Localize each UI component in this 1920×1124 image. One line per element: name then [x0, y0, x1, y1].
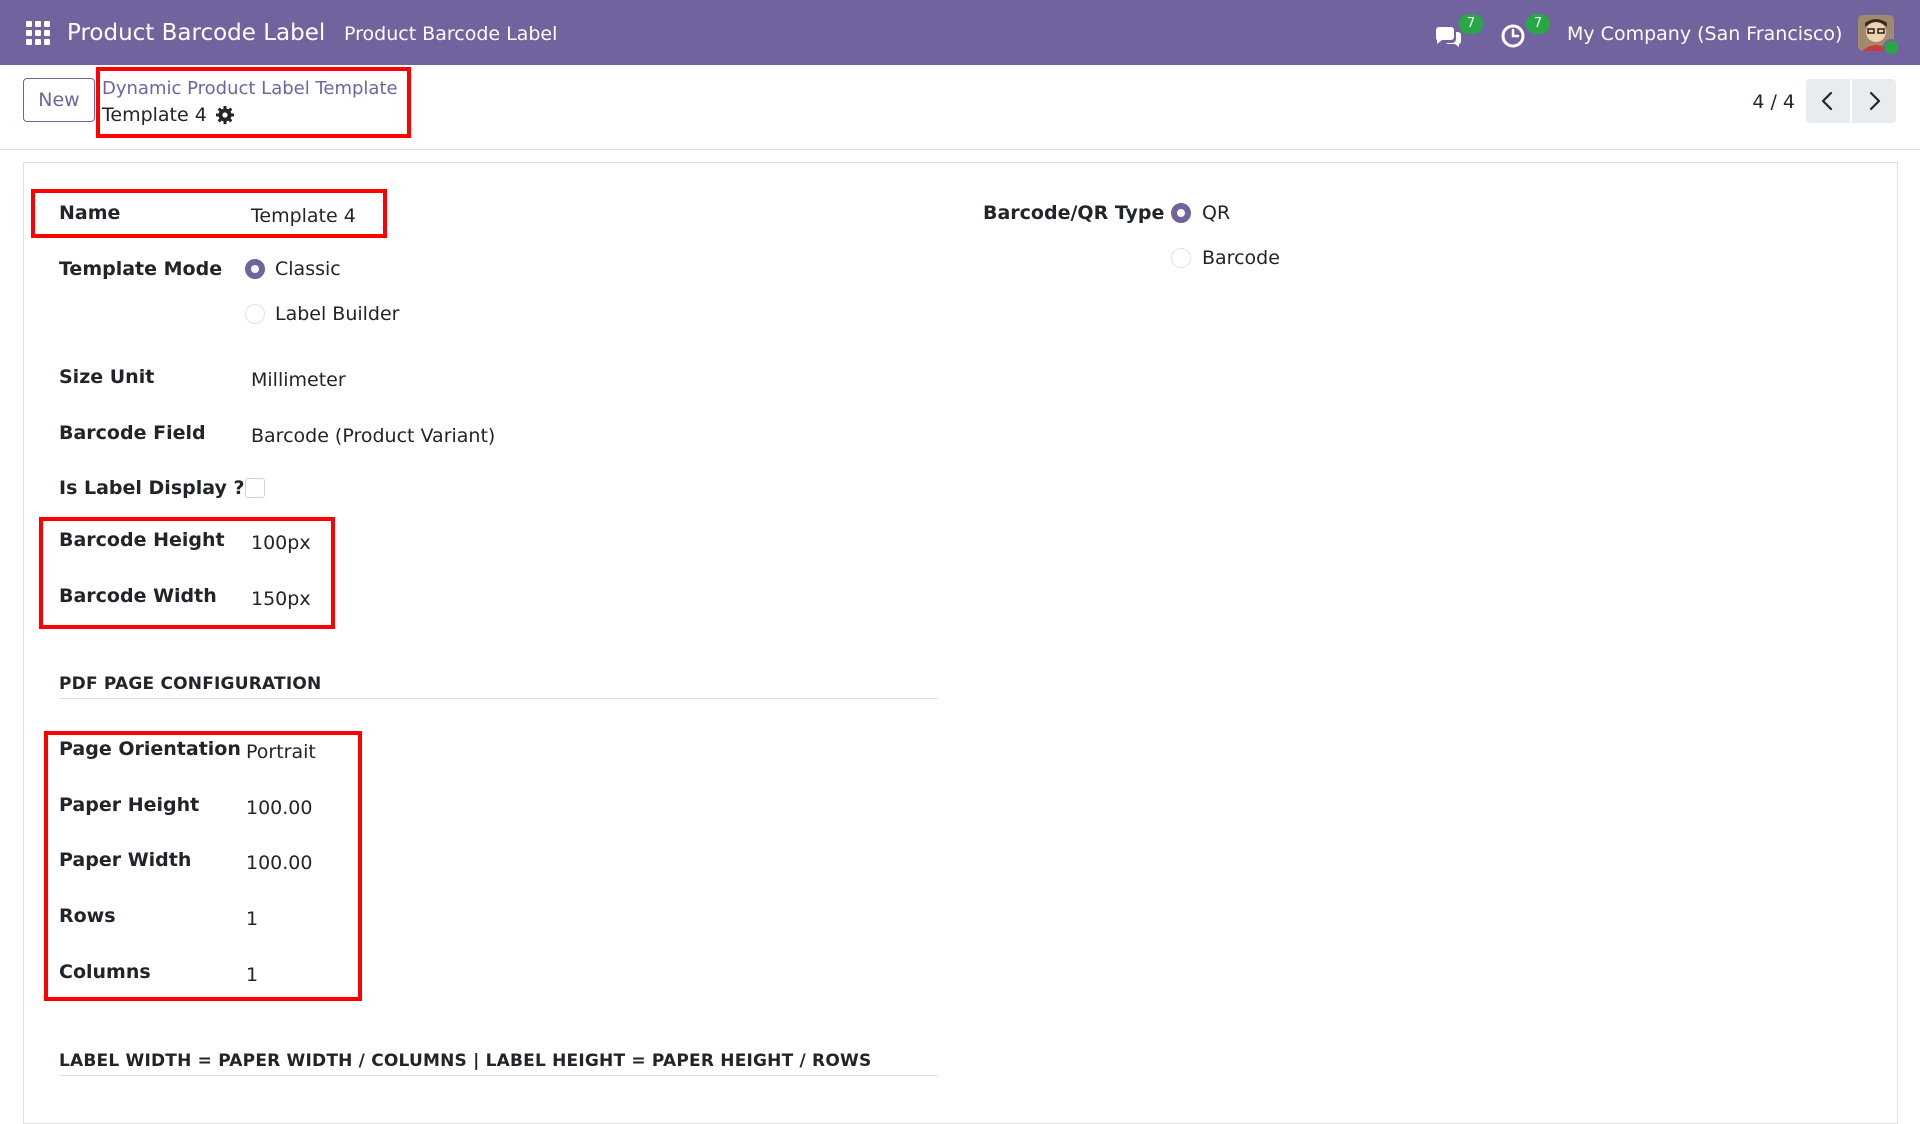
pager-value[interactable]: 4 / 4 — [1735, 90, 1795, 114]
apps-grid-icon[interactable] — [26, 21, 50, 45]
template-mode-classic-radio[interactable] — [245, 259, 265, 279]
section-separator — [59, 1075, 938, 1076]
barcode-type-qr-label[interactable]: QR — [1202, 201, 1230, 225]
new-button[interactable]: New — [23, 78, 95, 122]
columns-field[interactable]: 1 — [246, 963, 258, 987]
breadcrumb-parent-link[interactable]: Dynamic Product Label Template — [102, 78, 398, 100]
rows-field[interactable]: 1 — [246, 907, 258, 931]
name-field[interactable]: Template 4 — [251, 204, 356, 228]
paper-height-field[interactable]: 100.00 — [246, 796, 312, 820]
rows-label: Rows — [59, 905, 116, 927]
breadcrumb-current: Template 4 — [102, 104, 207, 126]
barcode-type-qr-radio[interactable] — [1171, 203, 1191, 223]
section-separator — [59, 698, 938, 699]
chat-count-badge: 7 — [1459, 14, 1483, 34]
barcode-width-label: Barcode Width — [59, 585, 217, 607]
page-orientation-label: Page Orientation — [59, 738, 241, 760]
template-mode-classic-label[interactable]: Classic — [275, 257, 341, 281]
size-unit-field[interactable]: Millimeter — [251, 368, 346, 392]
paper-height-label: Paper Height — [59, 794, 200, 816]
label-size-formula-title: LABEL WIDTH = PAPER WIDTH / COLUMNS | LA… — [59, 1051, 872, 1071]
barcode-height-field[interactable]: 100px — [251, 531, 311, 555]
barcode-type-label: Barcode/QR Type — [983, 202, 1165, 224]
company-switcher[interactable]: My Company (San Francisco) — [1567, 22, 1842, 46]
is-label-display-label: Is Label Display ? — [59, 477, 245, 499]
barcode-type-barcode-radio[interactable] — [1171, 248, 1191, 268]
pdf-page-configuration-title: PDF PAGE CONFIGURATION — [59, 674, 322, 694]
template-mode-label-builder-label[interactable]: Label Builder — [275, 302, 400, 326]
paper-width-label: Paper Width — [59, 849, 192, 871]
chevron-left-icon — [1821, 91, 1833, 111]
chevron-right-icon — [1869, 91, 1881, 111]
top-navbar: Product Barcode Label Product Barcode La… — [0, 0, 1920, 65]
menu-item-product-barcode-label[interactable]: Product Barcode Label — [344, 22, 557, 46]
chat-button[interactable]: 7 — [1433, 14, 1483, 50]
is-label-display-checkbox[interactable] — [245, 478, 265, 498]
page-orientation-select[interactable]: Portrait — [246, 740, 316, 764]
columns-label: Columns — [59, 961, 151, 983]
pager-next-button[interactable] — [1852, 79, 1896, 123]
avatar[interactable] — [1858, 15, 1900, 56]
barcode-width-field[interactable]: 150px — [251, 587, 311, 611]
gear-icon[interactable] — [215, 105, 235, 125]
barcode-type-barcode-label[interactable]: Barcode — [1202, 246, 1280, 270]
paper-width-field[interactable]: 100.00 — [246, 851, 312, 875]
control-panel: New Dynamic Product Label Template Templ… — [0, 65, 1920, 150]
activity-count-badge: 7 — [1526, 14, 1550, 34]
size-unit-label: Size Unit — [59, 366, 155, 388]
barcode-field-select[interactable]: Barcode (Product Variant) — [251, 424, 495, 448]
name-label: Name — [59, 202, 121, 224]
activity-button[interactable]: 7 — [1500, 14, 1550, 50]
template-mode-label-builder-radio[interactable] — [245, 304, 265, 324]
online-status-indicator — [1883, 39, 1900, 56]
barcode-field-label: Barcode Field — [59, 422, 206, 444]
pager-previous-button[interactable] — [1806, 79, 1850, 123]
template-mode-label: Template Mode — [59, 258, 223, 280]
barcode-height-label: Barcode Height — [59, 529, 225, 551]
app-title[interactable]: Product Barcode Label — [67, 19, 325, 47]
